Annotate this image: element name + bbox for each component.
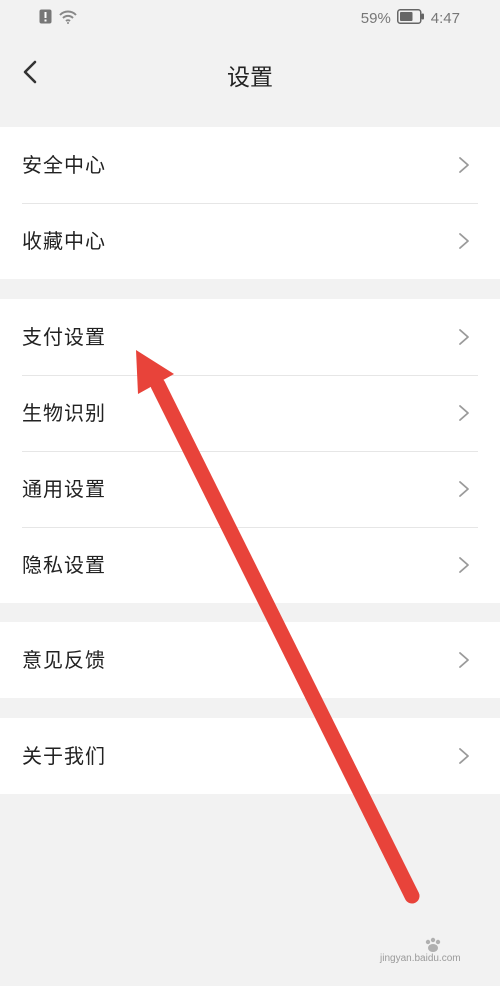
wifi-icon: [59, 9, 77, 28]
menu-item-label: 关于我们: [22, 744, 106, 768]
menu-item-security-center[interactable]: 安全中心: [0, 127, 500, 203]
menu-item-payment-settings[interactable]: 支付设置: [0, 299, 500, 375]
menu-item-general-settings[interactable]: 通用设置: [0, 451, 500, 527]
chevron-right-icon: [459, 652, 469, 668]
menu-item-favorites-center[interactable]: 收藏中心: [0, 203, 500, 279]
alert-icon: [39, 9, 52, 28]
menu-item-label: 隐私设置: [22, 553, 106, 577]
settings-group-security: 安全中心 收藏中心: [0, 127, 500, 279]
menu-item-label: 通用设置: [22, 477, 106, 501]
chevron-right-icon: [459, 405, 469, 421]
status-bar: 59% 4:47: [0, 0, 500, 36]
menu-item-biometrics[interactable]: 生物识别: [0, 375, 500, 451]
menu-item-feedback[interactable]: 意见反馈: [0, 622, 500, 698]
page-title: 设置: [227, 65, 273, 91]
chevron-right-icon: [459, 481, 469, 497]
settings-group-about: 关于我们: [0, 718, 500, 794]
status-bar-left: [39, 9, 77, 28]
settings-group-general: 支付设置 生物识别 通用设置 隐私设置: [0, 299, 500, 603]
menu-item-label: 生物识别: [22, 401, 106, 425]
menu-item-label: 安全中心: [22, 153, 106, 177]
chevron-right-icon: [459, 748, 469, 764]
battery-icon: [396, 8, 425, 28]
menu-item-privacy-settings[interactable]: 隐私设置: [0, 527, 500, 603]
chevron-right-icon: [459, 157, 469, 173]
menu-item-label: 收藏中心: [22, 229, 106, 253]
nav-bar: 设置: [0, 36, 500, 110]
menu-item-about-us[interactable]: 关于我们: [0, 718, 500, 794]
menu-item-label: 意见反馈: [22, 648, 106, 672]
battery-percent: 59%: [360, 9, 391, 27]
status-bar-right: 59% 4:47: [361, 8, 460, 28]
menu-item-label: 支付设置: [22, 325, 106, 349]
settings-group-feedback: 意见反馈: [0, 622, 500, 698]
chevron-right-icon: [459, 329, 469, 345]
chevron-right-icon: [459, 233, 469, 249]
clock: 4:47: [430, 9, 460, 27]
watermark-url: jingyan.baidu.com: [380, 953, 461, 964]
chevron-right-icon: [459, 557, 469, 573]
